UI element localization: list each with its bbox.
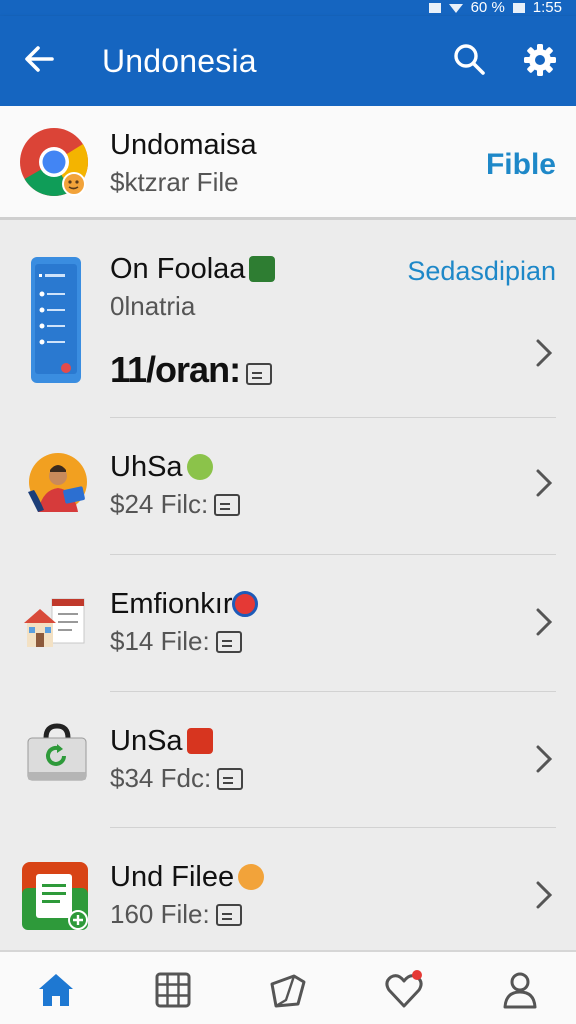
file-icon <box>246 363 273 385</box>
home-icon[interactable] <box>36 970 76 1010</box>
app-header-card[interactable]: Undomaisa $ktzrar File Fible <box>0 106 576 220</box>
house-icon <box>24 598 85 647</box>
file-icon <box>214 494 241 516</box>
file-icon <box>217 768 244 790</box>
gear-icon[interactable] <box>522 42 558 78</box>
signal-icon <box>428 3 441 13</box>
person-tablet-icon <box>28 453 87 512</box>
list-item[interactable]: UnSa $34 Fdc: <box>0 692 576 828</box>
search-icon[interactable] <box>452 42 486 76</box>
heart-icon[interactable] <box>384 970 424 1010</box>
badge-icon <box>232 591 259 617</box>
list-item-subtitle: $34 Fdc: <box>110 763 212 793</box>
file-icon <box>215 631 242 653</box>
cloud-download-icon <box>249 256 276 282</box>
face-icon <box>238 864 265 890</box>
app-bar: Undonesia <box>0 16 576 106</box>
arrow-left-icon[interactable] <box>22 42 56 76</box>
status-bar: 60 % 1:55 <box>0 0 576 16</box>
list-item[interactable]: UhSa $24 Filc: <box>0 418 576 555</box>
refresh-bag-icon <box>27 723 87 781</box>
wifi-icon <box>448 3 463 13</box>
bottom-navigation <box>0 950 576 1024</box>
chevron-right-icon[interactable] <box>534 880 554 910</box>
chevron-right-icon[interactable] <box>534 338 554 368</box>
list-item-title: Und Filee <box>110 861 235 893</box>
page-title: Undonesia <box>102 43 257 79</box>
list-item-title: On Foolaa <box>110 253 246 285</box>
chevron-right-icon[interactable] <box>534 744 554 774</box>
list-item-title: UhSa <box>110 451 183 483</box>
document-add-icon <box>22 862 88 930</box>
battery-text: 60 % <box>470 0 505 16</box>
chevron-right-icon[interactable] <box>534 607 554 637</box>
list-item-meta: 11/oran: <box>110 349 241 390</box>
list-item[interactable]: Und Filee 160 File: <box>0 828 576 950</box>
list-item-title: UnSa <box>110 725 183 757</box>
list-item-title: Emfionkır <box>110 588 233 620</box>
list-item-subtitle: 0lnatria <box>110 291 196 321</box>
battery-icon <box>512 3 525 13</box>
tag-icon[interactable] <box>268 970 308 1010</box>
badge-icon <box>186 454 213 480</box>
list-item-subtitle: $14 File: <box>110 626 210 656</box>
file-icon <box>215 904 242 926</box>
header-app-name: Undomaisa <box>110 129 257 161</box>
list-item[interactable]: On Foolaa 0lnatria 11/oran: Sedasdipian <box>0 222 576 418</box>
list-item-subtitle: $24 Filc: <box>110 489 209 519</box>
list-item-action[interactable]: Sedasdipian <box>407 256 556 287</box>
header-app-subtitle: $ktzrar File <box>110 167 239 197</box>
phone-app-icon <box>31 257 81 383</box>
chart-badge-icon <box>186 728 213 754</box>
list-item[interactable]: Emfionkır $14 File: <box>0 555 576 692</box>
grid-icon[interactable] <box>153 970 193 1010</box>
chevron-right-icon[interactable] <box>534 468 554 498</box>
clock: 1:55 <box>532 0 562 16</box>
profile-icon[interactable] <box>500 970 540 1010</box>
chrome-logo <box>20 128 89 196</box>
list-item-subtitle: 160 File: <box>110 899 210 929</box>
header-action-link[interactable]: Fible <box>486 148 556 182</box>
